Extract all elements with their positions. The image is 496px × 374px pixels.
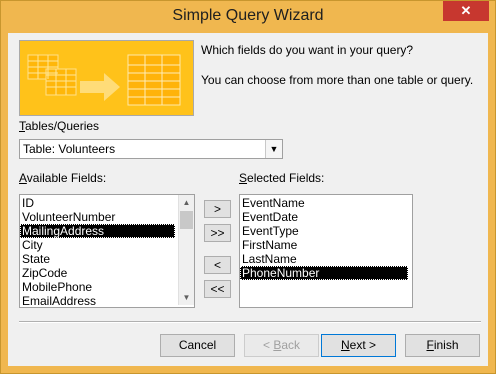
- list-item[interactable]: PhoneNumber: [240, 266, 408, 280]
- list-item[interactable]: EventDate: [240, 210, 408, 224]
- list-item[interactable]: EventName: [240, 196, 408, 210]
- scroll-up-icon[interactable]: ▲: [179, 195, 194, 210]
- scroll-thumb[interactable]: [180, 211, 193, 229]
- selected-fields-list[interactable]: EventName EventDate EventType FirstName Last…: [239, 194, 413, 308]
- title-bar[interactable]: Simple Query Wizard ✕: [1, 1, 495, 33]
- chevron-down-icon[interactable]: ▼: [265, 140, 282, 158]
- available-fields-label: Available Fields:: [19, 171, 107, 185]
- list-item[interactable]: VolunteerNumber: [20, 210, 175, 224]
- list-item[interactable]: EventType: [240, 224, 408, 238]
- divider: [19, 321, 481, 323]
- prompt-hint: You can choose from more than one table …: [201, 73, 474, 87]
- list-item[interactable]: ID: [20, 196, 175, 210]
- remove-all-fields-button[interactable]: <<: [204, 280, 231, 298]
- add-all-fields-button[interactable]: >>: [204, 224, 231, 242]
- prompt-question: Which fields do you want in your query?: [201, 43, 414, 57]
- list-item[interactable]: MailingAddress: [20, 224, 175, 238]
- list-item[interactable]: LastName: [240, 252, 408, 266]
- back-button[interactable]: < Back: [244, 334, 319, 357]
- available-fields-scrollbar[interactable]: ▲ ▼: [178, 195, 194, 305]
- tables-queries-label: Tables/Queries: [19, 119, 100, 133]
- finish-button[interactable]: Finish: [405, 334, 480, 357]
- list-item[interactable]: ZipCode: [20, 266, 175, 280]
- list-item[interactable]: EmailAddress: [20, 294, 175, 307]
- tables-queries-dropdown[interactable]: Table: Volunteers ▼: [19, 139, 283, 159]
- tables-queries-value: Table: Volunteers: [23, 142, 116, 156]
- list-item[interactable]: MobilePhone: [20, 280, 175, 294]
- available-fields-list[interactable]: ID VolunteerNumber MailingAddress City State…: [19, 194, 195, 308]
- cancel-button[interactable]: Cancel: [160, 334, 235, 357]
- remove-field-button[interactable]: <: [204, 256, 231, 274]
- selected-fields-label: Selected Fields:: [239, 171, 325, 185]
- wizard-window: Simple Query Wizard ✕ Which fields do yo…: [0, 0, 496, 374]
- scroll-down-icon[interactable]: ▼: [179, 290, 194, 305]
- list-item[interactable]: State: [20, 252, 175, 266]
- next-button[interactable]: Next >: [321, 334, 396, 357]
- list-item[interactable]: City: [20, 238, 175, 252]
- add-field-button[interactable]: >: [204, 200, 231, 218]
- window-title: Simple Query Wizard: [172, 7, 324, 24]
- wizard-body: Which fields do you want in your query? …: [8, 33, 488, 366]
- list-item[interactable]: FirstName: [240, 238, 408, 252]
- close-button[interactable]: ✕: [443, 1, 489, 21]
- wizard-illustration: [19, 40, 194, 116]
